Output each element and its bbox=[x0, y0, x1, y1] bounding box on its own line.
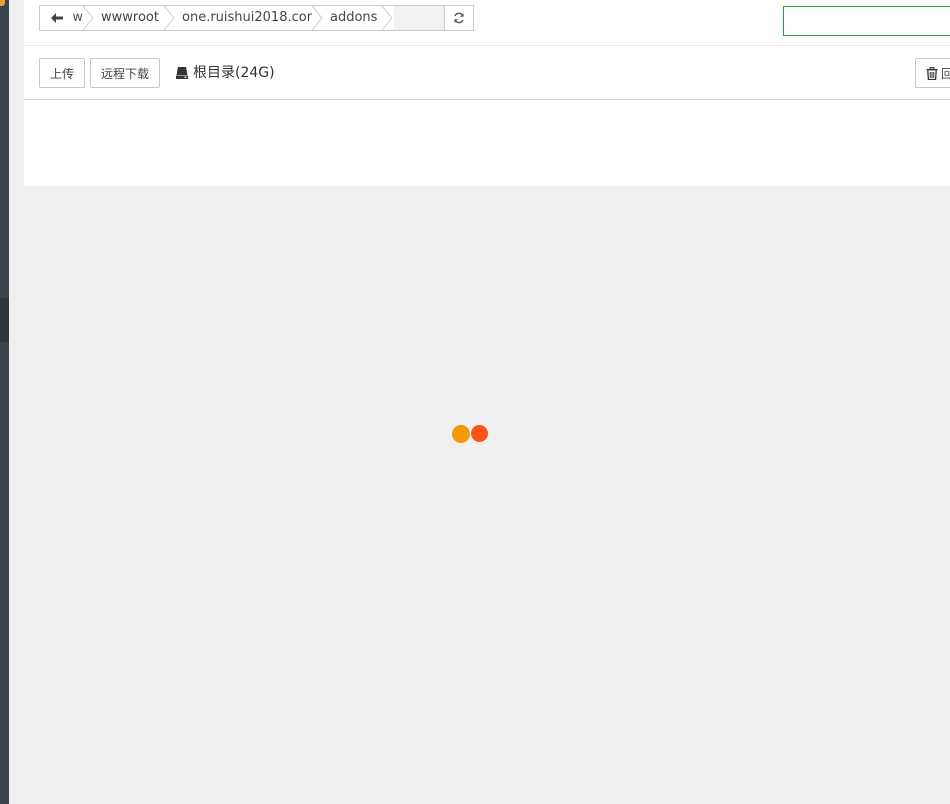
path-bar: www wwwroot one.ruishui2018.com addons bbox=[39, 5, 473, 31]
sidebar-active-band bbox=[0, 298, 9, 342]
hdd-icon bbox=[176, 67, 188, 79]
header-divider bbox=[24, 45, 950, 46]
back-button[interactable] bbox=[40, 6, 74, 30]
sidebar-accent bbox=[0, 0, 5, 6]
breadcrumb-separator bbox=[382, 6, 394, 30]
search-input[interactable] bbox=[783, 6, 950, 36]
breadcrumb-separator bbox=[164, 6, 176, 30]
toolbar-divider bbox=[24, 99, 950, 100]
breadcrumb-item-site[interactable]: one.ruishui2018.com bbox=[176, 6, 319, 30]
loading-dot bbox=[471, 425, 488, 442]
remote-download-button[interactable]: 远程下载 bbox=[90, 58, 160, 88]
loading-indicator bbox=[452, 425, 492, 443]
root-label: 根目录(24G) bbox=[193, 65, 275, 81]
recycle-bin-button[interactable]: 回收站 bbox=[915, 58, 950, 88]
recycle-label: 回收站 bbox=[941, 65, 950, 82]
loading-dot bbox=[452, 425, 470, 443]
arrow-left-icon bbox=[50, 13, 63, 23]
file-manager-panel: www wwwroot one.ruishui2018.com addons bbox=[24, 0, 950, 186]
breadcrumb-separator bbox=[83, 6, 95, 30]
left-sidebar-strip bbox=[0, 0, 9, 804]
upload-button[interactable]: 上传 bbox=[39, 58, 85, 88]
refresh-icon bbox=[454, 12, 464, 24]
breadcrumb: www wwwroot one.ruishui2018.com addons bbox=[73, 6, 473, 30]
breadcrumb-item-www[interactable]: www bbox=[73, 6, 83, 30]
breadcrumb-item-addons[interactable]: addons bbox=[324, 6, 388, 30]
breadcrumb-item-wwwroot[interactable]: wwwroot bbox=[95, 6, 169, 30]
trash-icon bbox=[926, 66, 938, 80]
disk-root-info[interactable]: 根目录(24G) bbox=[175, 62, 275, 84]
breadcrumb-separator bbox=[312, 6, 324, 30]
refresh-button[interactable] bbox=[444, 5, 474, 31]
